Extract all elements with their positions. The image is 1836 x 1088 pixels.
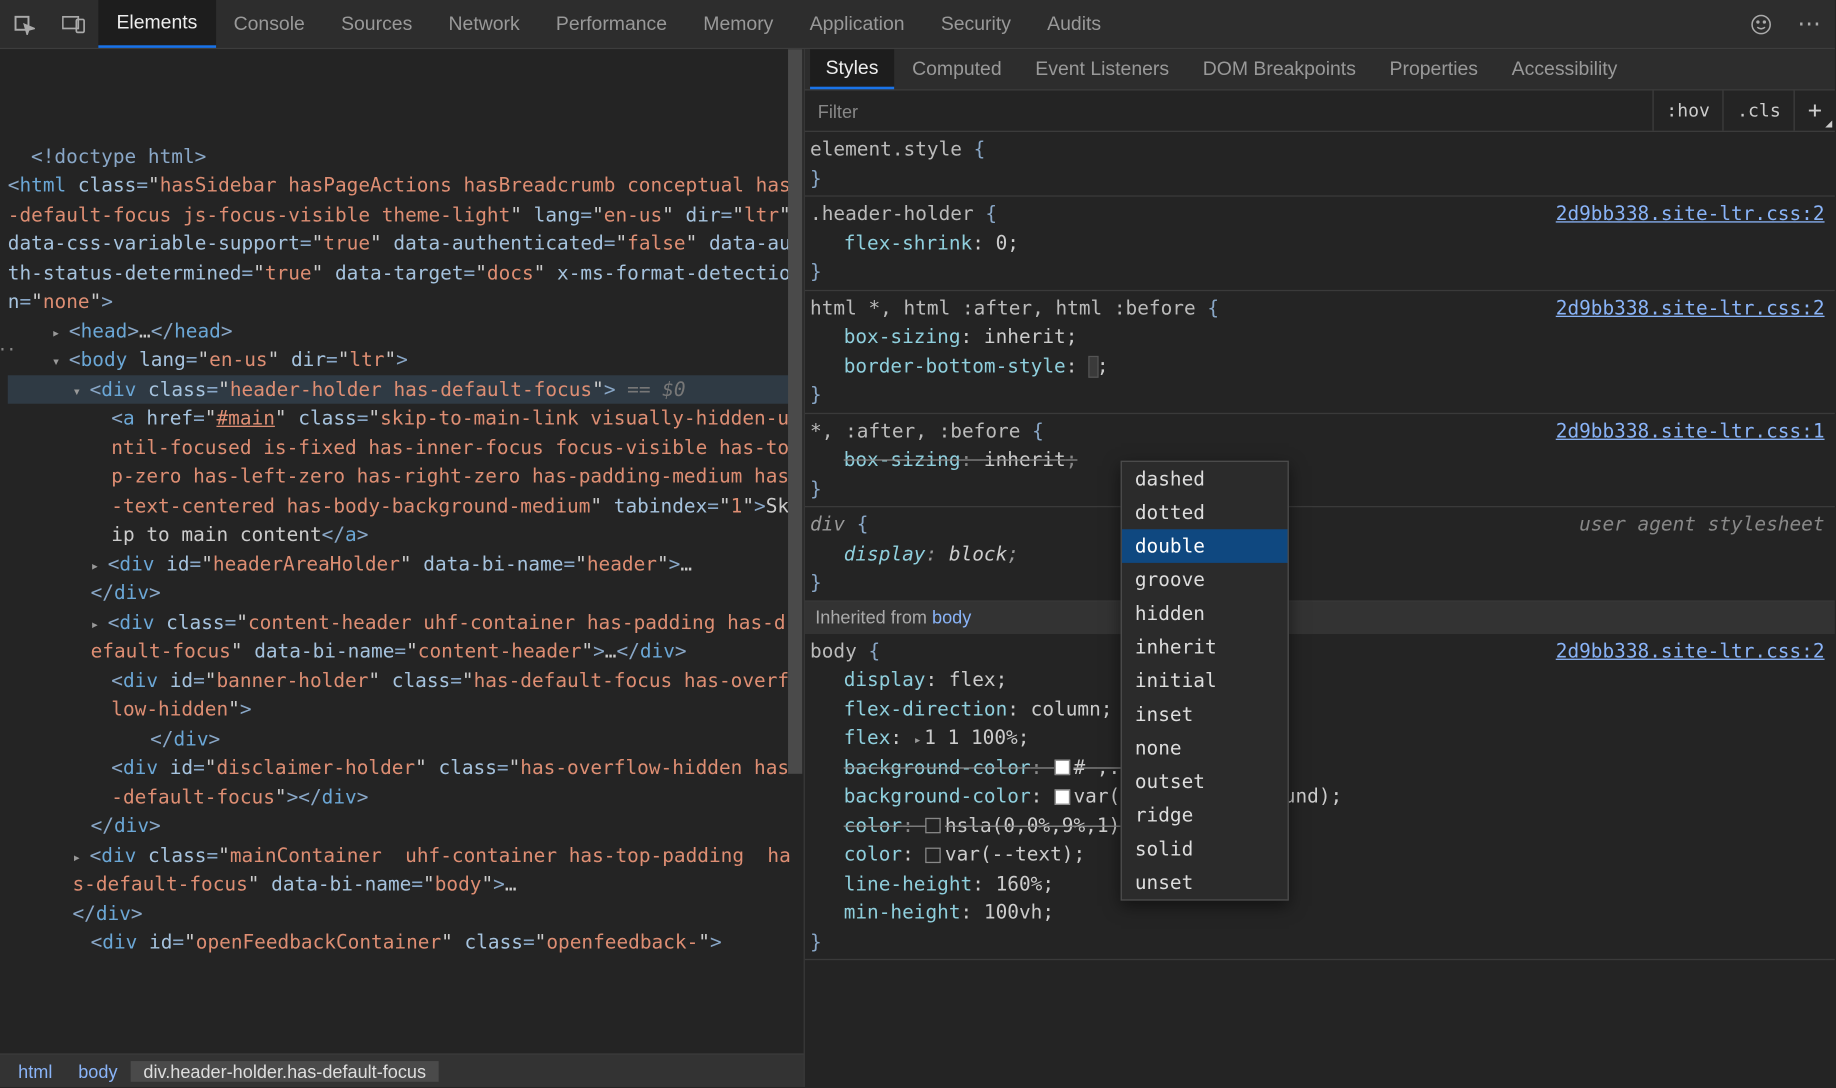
css-rule[interactable]: 2d9bb338.site-ltr.css:2body {display: fl… xyxy=(805,633,1835,960)
tab-security[interactable]: Security xyxy=(923,0,1029,48)
gutter-ellipsis: .. xyxy=(0,334,15,359)
autocomplete-item[interactable]: solid xyxy=(1122,832,1288,866)
inherited-from-separator: Inherited from body xyxy=(805,601,1835,633)
cls-toggle[interactable]: .cls xyxy=(1723,91,1794,131)
tab-event-listeners[interactable]: Event Listeners xyxy=(1020,49,1185,89)
tab-sources[interactable]: Sources xyxy=(323,0,430,48)
tab-audits[interactable]: Audits xyxy=(1029,0,1119,48)
autocomplete-item[interactable]: none xyxy=(1122,731,1288,765)
scrollbar-vertical[interactable] xyxy=(785,49,803,1053)
hov-toggle[interactable]: :hov xyxy=(1652,91,1723,131)
autocomplete-item[interactable]: double xyxy=(1122,529,1288,563)
inspect-element-icon[interactable] xyxy=(0,14,49,35)
css-rule[interactable]: 2d9bb338.site-ltr.css:1*, :after, :befor… xyxy=(805,413,1835,507)
autocomplete-item[interactable]: ridge xyxy=(1122,798,1288,832)
autocomplete-item[interactable]: outset xyxy=(1122,765,1288,799)
css-value-autocomplete[interactable]: dasheddotteddoublegroovehiddeninheritini… xyxy=(1121,461,1289,901)
source-link[interactable]: 2d9bb338.site-ltr.css:2 xyxy=(1556,199,1825,228)
device-toolbar-icon[interactable] xyxy=(49,15,98,33)
tab-computed[interactable]: Computed xyxy=(897,49,1018,89)
source-link[interactable]: 2d9bb338.site-ltr.css:1 xyxy=(1556,416,1825,445)
source-link[interactable]: 2d9bb338.site-ltr.css:2 xyxy=(1556,293,1825,322)
breadcrumb-item[interactable]: div.header-holder.has-default-focus xyxy=(130,1060,439,1081)
css-rule[interactable]: 2d9bb338.site-ltr.css:2html *, html :aft… xyxy=(805,291,1835,414)
autocomplete-item[interactable]: groove xyxy=(1122,563,1288,597)
more-icon[interactable]: ⋯ xyxy=(1786,10,1835,37)
tab-network[interactable]: Network xyxy=(430,0,537,48)
tab-memory[interactable]: Memory xyxy=(685,0,791,48)
tab-accessibility[interactable]: Accessibility xyxy=(1496,49,1633,89)
breadcrumb-item[interactable]: html xyxy=(5,1060,65,1081)
css-rule[interactable]: 2d9bb338.site-ltr.css:2.header-holder {f… xyxy=(805,197,1835,291)
source-link[interactable]: 2d9bb338.site-ltr.css:2 xyxy=(1556,636,1825,665)
autocomplete-item[interactable]: hidden xyxy=(1122,597,1288,631)
dom-tree[interactable]: .. <!doctype html><html class="hasSideba… xyxy=(0,49,804,1053)
autocomplete-item[interactable]: dotted xyxy=(1122,496,1288,530)
tab-dom-breakpoints[interactable]: DOM Breakpoints xyxy=(1187,49,1371,89)
styles-filter-input[interactable] xyxy=(805,91,1652,131)
breadcrumb[interactable]: htmlbodydiv.header-holder.has-default-fo… xyxy=(0,1053,804,1087)
autocomplete-item[interactable]: unset xyxy=(1122,866,1288,900)
css-rule[interactable]: element.style {} xyxy=(805,132,1835,197)
autocomplete-item[interactable]: initial xyxy=(1122,664,1288,698)
new-rule-button[interactable]: +◢ xyxy=(1794,91,1835,131)
tab-performance[interactable]: Performance xyxy=(538,0,685,48)
autocomplete-item[interactable]: dashed xyxy=(1122,462,1288,496)
css-rule[interactable]: user agent stylesheetdiv {display: block… xyxy=(805,507,1835,601)
tab-application[interactable]: Application xyxy=(792,0,923,48)
tab-console[interactable]: Console xyxy=(215,0,322,48)
breadcrumb-item[interactable]: body xyxy=(65,1060,130,1081)
autocomplete-item[interactable]: inset xyxy=(1122,697,1288,731)
tab-styles[interactable]: Styles xyxy=(810,49,894,89)
user-agent-label: user agent stylesheet xyxy=(1579,510,1824,539)
smiley-icon[interactable] xyxy=(1737,14,1786,35)
autocomplete-item[interactable]: inherit xyxy=(1122,630,1288,664)
tab-properties[interactable]: Properties xyxy=(1374,49,1494,89)
tab-elements[interactable]: Elements xyxy=(98,0,215,48)
styles-pane[interactable]: element.style {}2d9bb338.site-ltr.css:2.… xyxy=(805,132,1835,1087)
